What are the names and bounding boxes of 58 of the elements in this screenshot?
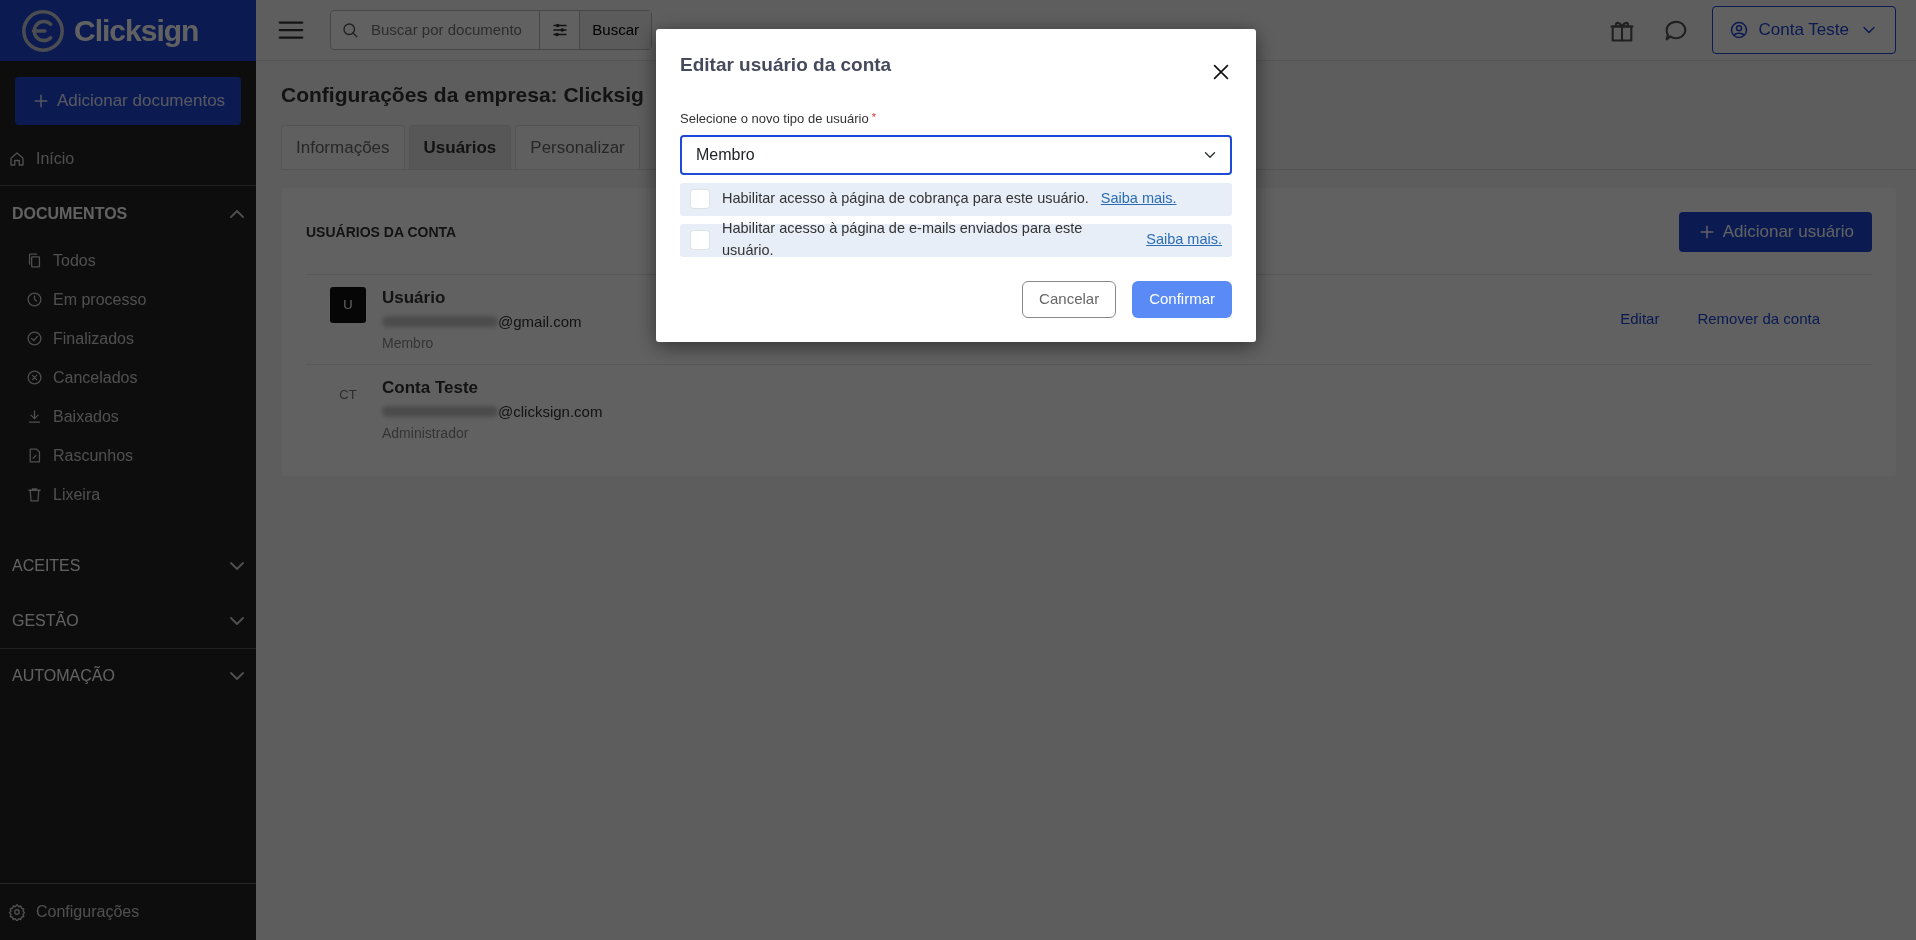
user-email: @gmail.com	[498, 311, 582, 332]
trash-icon	[26, 486, 43, 503]
section-header[interactable]: ACEITES	[0, 538, 256, 593]
add-user-button[interactable]: Adicionar usuário	[1678, 212, 1872, 252]
settings-link[interactable]: Configurações	[0, 883, 256, 940]
section-title: AUTOMAÇÃO	[12, 665, 115, 686]
section-title: DOCUMENTOS	[12, 203, 128, 224]
tab[interactable]: Usuários	[408, 124, 512, 169]
sidebar-item[interactable]: Baixados	[0, 397, 256, 436]
user-type-select[interactable]: Membro	[680, 134, 1232, 175]
sidebar-item[interactable]: Lixeira	[0, 475, 256, 514]
search-icon	[341, 21, 359, 39]
sidebar-item[interactable]: Rascunhos	[0, 436, 256, 475]
checkbox[interactable]	[690, 189, 710, 209]
tab[interactable]: Informações	[281, 124, 405, 169]
field-label: Selecione o novo tipo de usuário *	[680, 110, 877, 128]
checkbox[interactable]	[690, 230, 710, 250]
logo-text: Clicksign	[74, 13, 199, 49]
confirm-button[interactable]: Confirmar	[1132, 280, 1232, 318]
cancel-button[interactable]: Cancelar	[1022, 280, 1117, 318]
download-icon	[26, 408, 43, 425]
sidebar-item[interactable]: Todos	[0, 241, 256, 280]
settings-icon	[8, 903, 26, 921]
section-title: GESTÃO	[12, 610, 79, 631]
sidebar-item[interactable]: Em processo	[0, 280, 256, 319]
add-documents-button[interactable]: Adicionar documentos	[15, 77, 241, 125]
learn-more-link[interactable]: Saiba mais.	[1100, 188, 1177, 210]
sliders-icon	[550, 21, 569, 39]
logo-icon	[20, 7, 66, 54]
user-name: Conta Teste	[382, 377, 480, 399]
section-header[interactable]: AUTOMAÇÃO	[0, 648, 256, 703]
learn-more-link[interactable]: Saiba mais.	[1146, 229, 1222, 251]
section-header[interactable]: DOCUMENTOS	[0, 186, 256, 241]
sidebar-item[interactable]: Cancelados	[0, 358, 256, 397]
tab[interactable]: Personalizar	[515, 124, 640, 169]
copy-icon	[26, 252, 43, 269]
account-menu-button[interactable]: Conta Teste	[1711, 6, 1896, 54]
section-header[interactable]: GESTÃO	[0, 593, 256, 648]
search-button[interactable]: Buscar	[579, 11, 651, 49]
option-label: Habilitar acesso à página de cobrança para este usuário.	[722, 189, 1089, 209]
clock-icon	[26, 291, 43, 308]
cancel-circle-icon	[26, 369, 43, 386]
user-icon	[1728, 20, 1749, 40]
home-icon	[8, 150, 26, 168]
user-name: Usuário	[382, 287, 447, 309]
avatar: U	[330, 287, 366, 323]
section-title: ACEITES	[12, 555, 81, 576]
dialog-title: Editar usuário da conta	[680, 53, 892, 77]
home-link[interactable]: Início	[0, 125, 256, 186]
user-email: @clicksign.com	[498, 401, 603, 422]
sidebar-item[interactable]: Finalizados	[0, 319, 256, 358]
page-title: Configurações da empresa: Clicksig	[281, 82, 645, 108]
option-label: Habilitar acesso à página de e-mails enviados para este usuário.	[722, 219, 1084, 260]
action-link[interactable]: Editar	[1620, 308, 1660, 331]
check-circle-icon	[26, 330, 43, 347]
required-mark: *	[871, 111, 876, 123]
card-title: USUÁRIOS DA CONTA	[306, 222, 457, 242]
action-link[interactable]: Remover da conta	[1697, 308, 1820, 331]
